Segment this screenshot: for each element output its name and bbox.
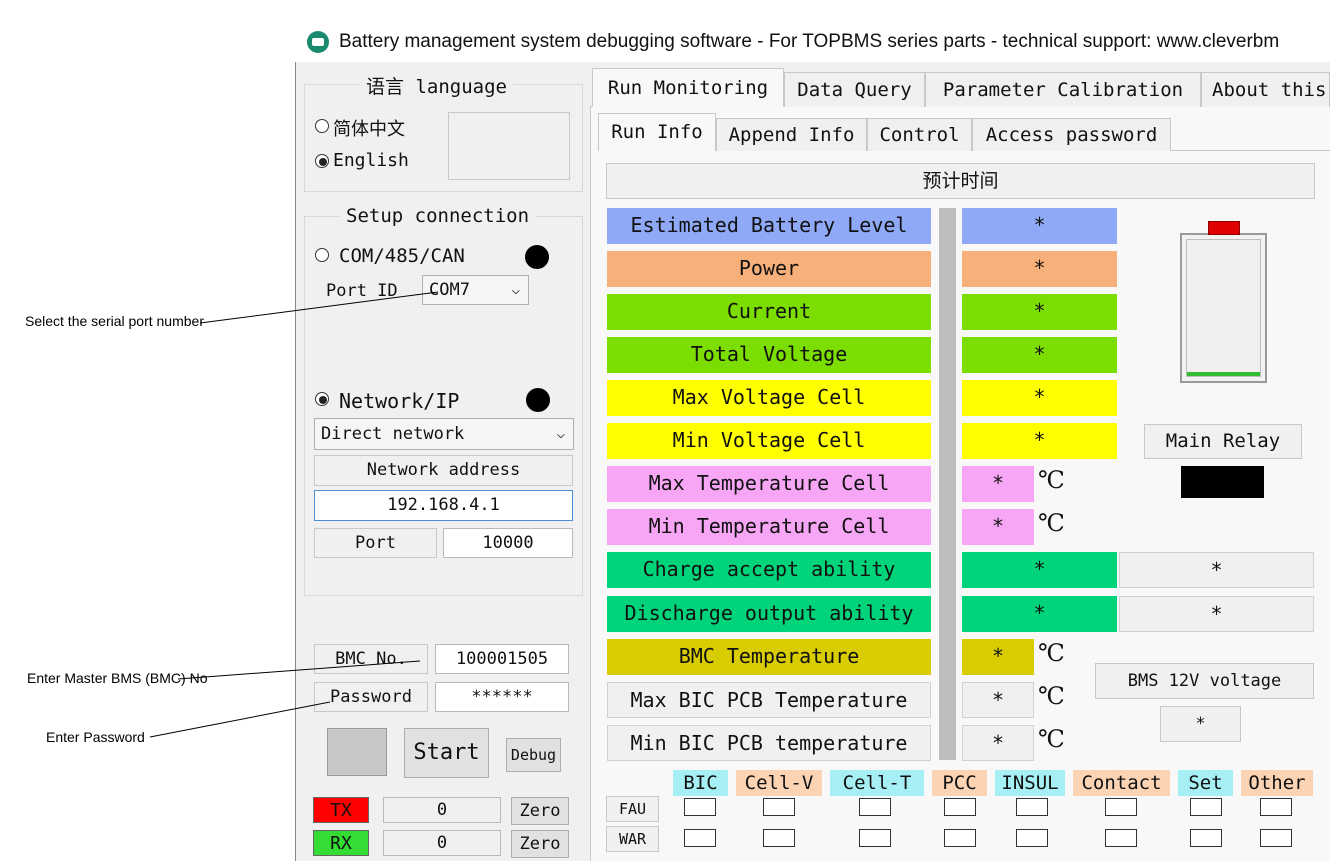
leader-line-master-bms: [177, 660, 421, 680]
tab-run-info[interactable]: Run Info: [598, 113, 716, 151]
tab-run-monitoring[interactable]: Run Monitoring: [592, 68, 784, 107]
leader-line-password: [149, 701, 331, 738]
leader-line-serial-port: [199, 291, 439, 324]
